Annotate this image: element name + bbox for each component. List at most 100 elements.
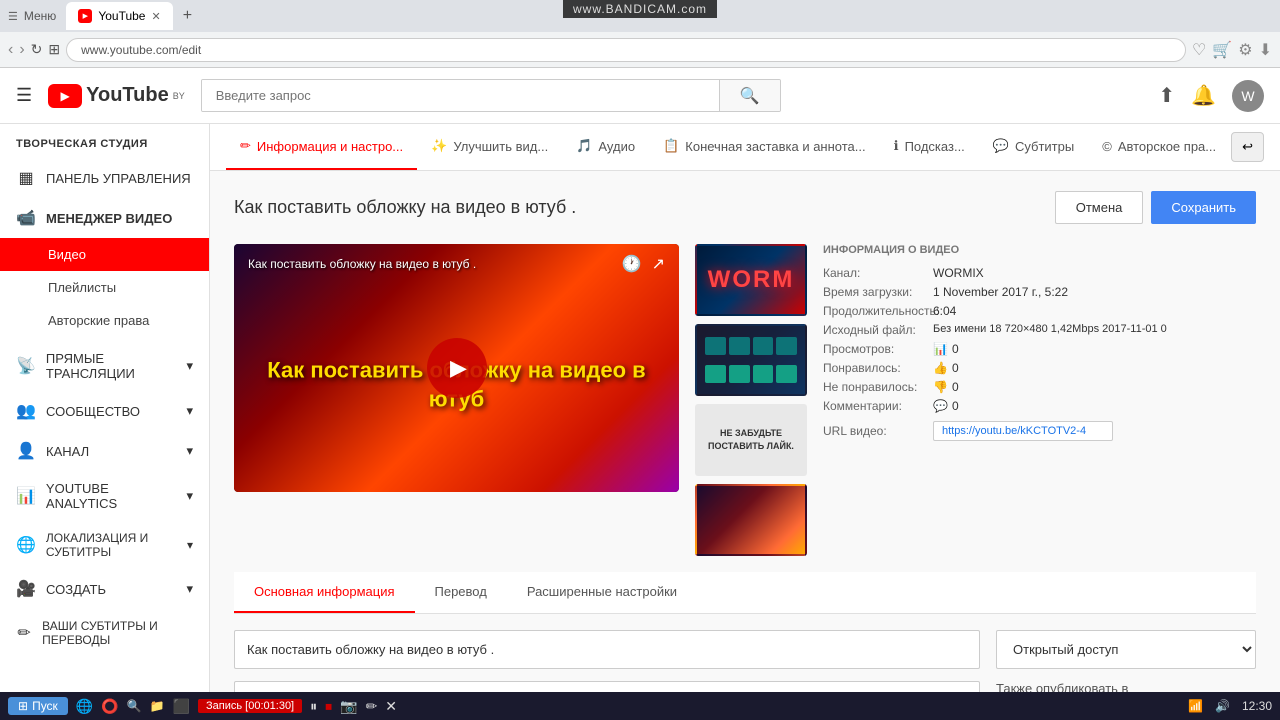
search-button[interactable]: 🔍: [719, 80, 780, 111]
description-textarea[interactable]: [234, 681, 980, 692]
sidebar-item-channel[interactable]: 👤 КАНАЛ ▾: [0, 431, 209, 471]
play-triangle-icon: ▶: [450, 355, 467, 381]
taskbar-files-icon[interactable]: 📁: [150, 699, 165, 713]
comments-value: 0: [952, 399, 959, 413]
sub-tab-translate[interactable]: Перевод: [415, 572, 507, 613]
thumbnail-2[interactable]: [695, 324, 807, 396]
taskbar-pen-icon[interactable]: ✏: [366, 698, 378, 715]
sidebar-item-analytics[interactable]: 📊 YOUTUBE ANALYTICS ▾: [0, 471, 209, 521]
tab-copyright-tab[interactable]: © Авторское пра...: [1088, 125, 1230, 170]
sidebar-item-label: YOUTUBE ANALYTICS: [46, 481, 177, 511]
save-button[interactable]: Сохранить: [1151, 191, 1256, 224]
thumbnail-1[interactable]: WORM: [695, 244, 807, 316]
taskbar-search-icon[interactable]: 🔍: [127, 699, 142, 713]
browser-tab-active[interactable]: ▶ YouTube ✕: [66, 2, 172, 30]
start-button[interactable]: ⊞ Пуск: [8, 697, 68, 715]
tab-bar: ✏ Информация и настро... ✨ Улучшить вид.…: [210, 124, 1280, 171]
youtube-logo[interactable]: ▶ YouTube BY: [48, 84, 185, 108]
title-input[interactable]: [234, 630, 980, 669]
cancel-button[interactable]: Отмена: [1055, 191, 1144, 224]
tab-improve[interactable]: ✨ Улучшить вид...: [417, 124, 562, 170]
recording-badge[interactable]: Запись [00:01:30]: [198, 699, 302, 713]
thumbnail-3[interactable]: НЕ ЗАБУДЬТЕ ПОСТАВИТЬ ЛАЙК.: [695, 404, 807, 476]
close-tab-icon[interactable]: ✕: [151, 10, 160, 23]
thumbnail-4[interactable]: [695, 484, 807, 556]
taskbar-pause-icon[interactable]: ⏸: [310, 698, 317, 715]
sidebar-item-manager[interactable]: 📹 МЕНЕДЖЕР ВИДЕО: [0, 198, 209, 238]
sidebar-item-label: ЛОКАЛИЗАЦИЯ И СУБТИТРЫ: [46, 531, 177, 559]
back-btn[interactable]: ‹: [8, 41, 13, 59]
back-to-list-btn[interactable]: ↩: [1231, 132, 1264, 162]
grid-cell: [776, 365, 797, 383]
taskbar-opera-icon[interactable]: ⭕: [101, 698, 118, 715]
sub-tab-basic[interactable]: Основная информация: [234, 572, 415, 613]
sidebar-item-label: МЕНЕДЖЕР ВИДЕО: [46, 211, 172, 226]
sidebar-item-panel[interactable]: ▦ ПАНЕЛЬ УПРАВЛЕНИЯ: [0, 158, 209, 198]
tab-endscreen[interactable]: 📋 Конечная заставка и аннота...: [649, 124, 880, 170]
access-select[interactable]: Открытый доступ: [996, 630, 1256, 669]
upload-icon[interactable]: ⬆: [1158, 83, 1175, 108]
views-label: Просмотров:: [823, 342, 933, 356]
taskbar-chrome-icon[interactable]: 🌐: [76, 698, 93, 715]
sidebar-item-create[interactable]: 🎥 СОЗДАТЬ ▾: [0, 569, 209, 609]
apps-btn[interactable]: ⊞: [48, 41, 60, 58]
settings-icon[interactable]: ⚙: [1238, 40, 1252, 60]
sidebar-item-subtitles[interactable]: ✏ ВАШИ СУБТИТРЫ И ПЕРЕВОДЫ: [0, 609, 209, 657]
sidebar-item-localization[interactable]: 🌐 ЛОКАЛИЗАЦИЯ И СУБТИТРЫ ▾: [0, 521, 209, 569]
info-row-upload: Время загрузки: 1 November 2017 г., 5:22: [823, 285, 1256, 299]
video-center: ▶: [234, 244, 679, 492]
info-row-source: Исходный файл: Без имени 18 720×480 1,42…: [823, 323, 1256, 337]
refresh-btn[interactable]: ↻: [31, 41, 43, 58]
browser-tab-title: YouTube: [98, 9, 145, 23]
browser-tab-inactive[interactable]: ☰ Меню: [8, 9, 56, 23]
info-row-url: URL видео:: [823, 421, 1256, 441]
avatar[interactable]: W: [1232, 80, 1264, 112]
sidebar-item-live[interactable]: 📡 ПРЯМЫЕ ТРАНСЛЯЦИИ ▾: [0, 341, 209, 391]
channel-icon: 👤: [16, 441, 36, 461]
play-button[interactable]: ▶: [427, 338, 487, 398]
video-player[interactable]: Как поставить обложку на видео в ютуб . …: [234, 244, 679, 492]
sidebar-item-copyright[interactable]: Авторские права: [0, 304, 209, 337]
notifications-icon[interactable]: 🔔: [1191, 83, 1216, 108]
forward-btn[interactable]: ›: [19, 41, 24, 59]
search-input[interactable]: [202, 80, 719, 111]
taskbar-right: 📶 🔊 12:30: [1188, 699, 1272, 713]
cart-icon[interactable]: 🛒: [1212, 40, 1232, 60]
grid-cell: [729, 365, 750, 383]
comment-icon: 💬: [933, 399, 948, 413]
tab-info-icon: ℹ: [894, 138, 899, 154]
tab-info[interactable]: ✏ Информация и настро...: [226, 124, 417, 170]
tab-hints[interactable]: ℹ Подсказ...: [880, 124, 979, 170]
new-tab-icon[interactable]: +: [183, 7, 192, 25]
sidebar-item-label: КАНАЛ: [46, 444, 89, 459]
sub-tab-bar: Основная информация Перевод Расширенные …: [234, 572, 1256, 614]
sidebar-item-playlists[interactable]: Плейлисты: [0, 271, 209, 304]
sidebar-item-label: ПРЯМЫЕ ТРАНСЛЯЦИИ: [46, 351, 177, 381]
bookmark-icon[interactable]: ♡: [1192, 40, 1206, 60]
taskbar-stop-icon[interactable]: ⏹: [325, 698, 332, 715]
sub-tab-label: Расширенные настройки: [527, 584, 677, 599]
tab-label: Субтитры: [1015, 139, 1074, 154]
taskbar-close-icon[interactable]: ✕: [385, 698, 397, 715]
tab-subtitles[interactable]: 💬 Субтитры: [979, 124, 1088, 170]
taskbar-audio-icon: 🔊: [1215, 699, 1230, 713]
taskbar: ⊞ Пуск 🌐 ⭕ 🔍 📁 ⬛ Запись [00:01:30] ⏸ ⏹ 📷…: [0, 692, 1280, 720]
sidebar-item-video[interactable]: Видео: [0, 238, 209, 271]
address-bar[interactable]: www.youtube.com/edit: [66, 38, 1186, 62]
download-icon[interactable]: ⬇: [1259, 40, 1272, 60]
sidebar-section-title: ТВОРЧЕСКАЯ СТУДИЯ: [0, 124, 209, 158]
sub-tab-label: Основная информация: [254, 584, 395, 599]
analytics-icon: 📊: [16, 486, 36, 506]
duration-value: 6:04: [933, 304, 956, 318]
subtitles-icon: ✏: [16, 623, 32, 643]
sidebar-item-label: ПАНЕЛЬ УПРАВЛЕНИЯ: [46, 171, 191, 186]
url-input[interactable]: [933, 421, 1113, 441]
tab-label: Аудио: [598, 139, 635, 154]
sidebar-item-community[interactable]: 👥 СООБЩЕСТВО ▾: [0, 391, 209, 431]
chevron-down-icon: ▾: [186, 358, 193, 374]
sub-tab-advanced[interactable]: Расширенные настройки: [507, 572, 697, 613]
taskbar-rec-icon[interactable]: ⬛: [173, 698, 190, 715]
taskbar-camera-icon[interactable]: 📷: [340, 698, 357, 715]
menu-hamburger-icon[interactable]: ☰: [16, 85, 32, 106]
tab-audio[interactable]: 🎵 Аудио: [562, 124, 649, 170]
